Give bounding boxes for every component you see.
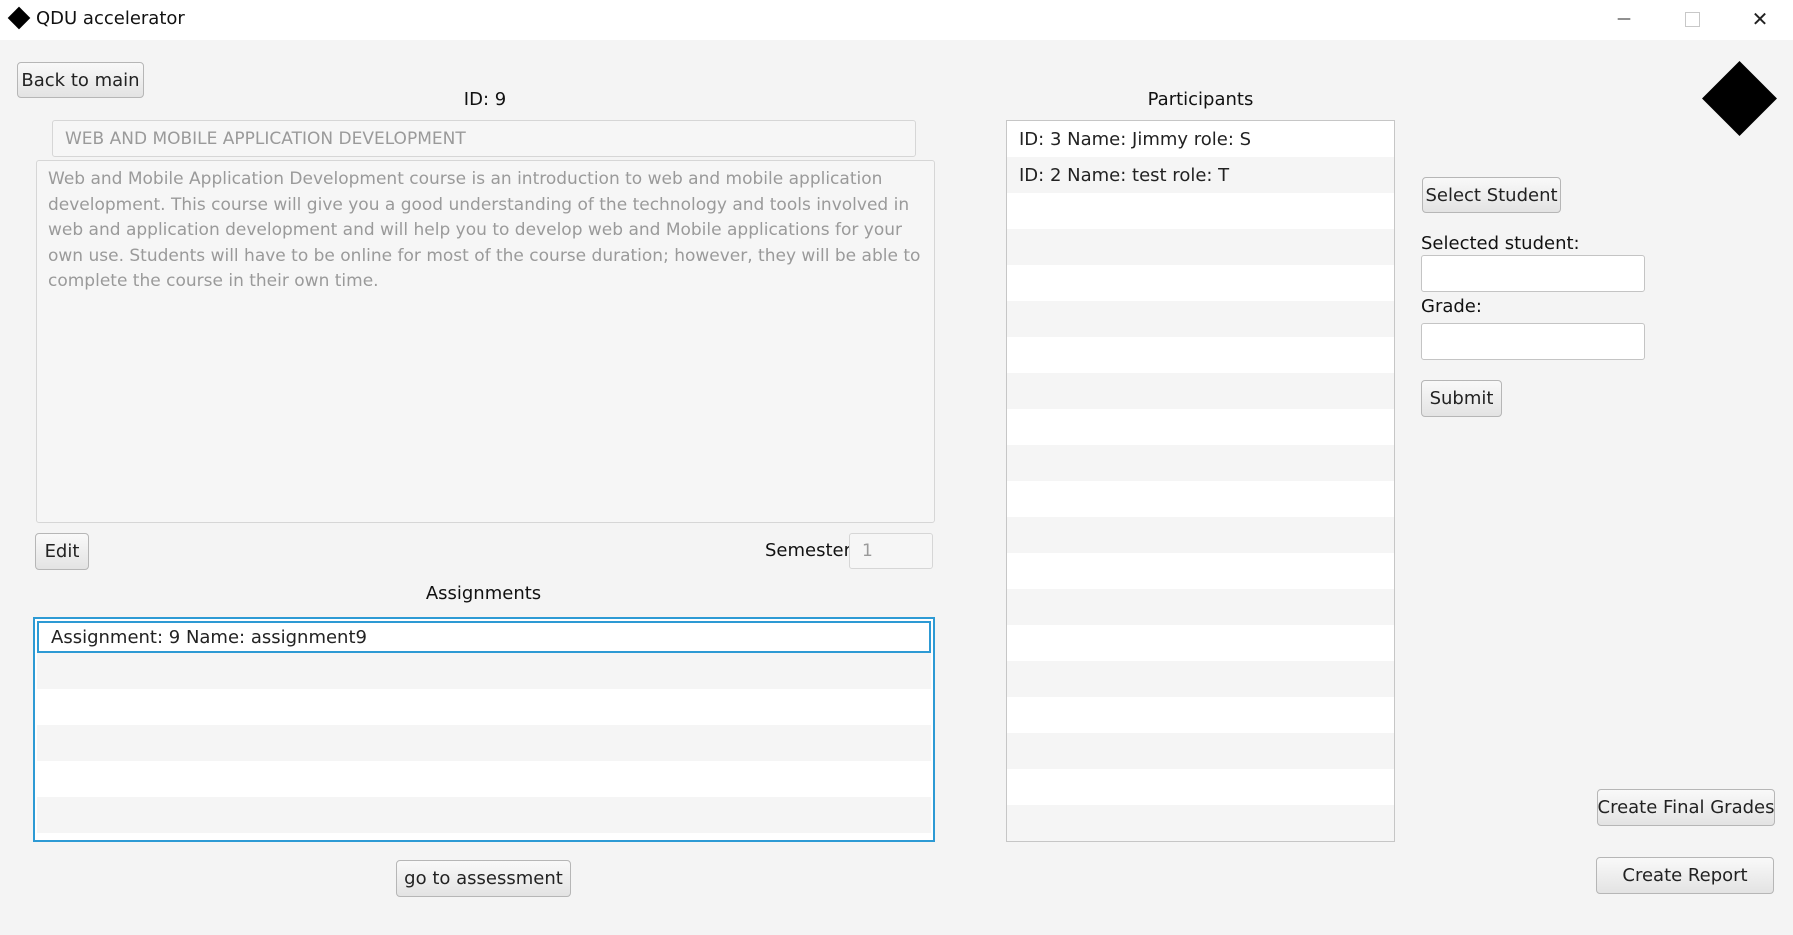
selected-student-label: Selected student:: [1421, 233, 1580, 254]
list-item[interactable]: [1007, 769, 1394, 805]
window-title: QDU accelerator: [36, 8, 185, 29]
list-item[interactable]: [1007, 193, 1394, 229]
list-item[interactable]: [37, 797, 931, 833]
list-item[interactable]: Assignment: 9 Name: assignment9: [37, 621, 931, 653]
create-report-button[interactable]: Create Report: [1596, 857, 1774, 894]
participants-header: Participants: [1147, 89, 1254, 110]
maximize-icon: [1684, 11, 1700, 27]
list-item[interactable]: [1007, 589, 1394, 625]
app-logo-icon: [7, 6, 31, 30]
grade-label: Grade:: [1421, 296, 1482, 317]
course-title-field[interactable]: WEB AND MOBILE APPLICATION DEVELOPMENT: [52, 120, 916, 157]
list-item[interactable]: ID: 3 Name: Jimmy role: S: [1007, 121, 1394, 157]
list-item[interactable]: [1007, 373, 1394, 409]
list-item[interactable]: [1007, 805, 1394, 841]
assignments-header: Assignments: [425, 583, 542, 604]
minimize-button[interactable]: —: [1590, 0, 1658, 38]
list-item[interactable]: [1007, 301, 1394, 337]
list-item[interactable]: [1007, 409, 1394, 445]
list-item[interactable]: [37, 689, 931, 725]
go-to-assessment-button[interactable]: go to assessment: [396, 860, 571, 897]
list-item[interactable]: [1007, 229, 1394, 265]
submit-button[interactable]: Submit: [1421, 380, 1502, 417]
list-item[interactable]: [1007, 661, 1394, 697]
app-logo: [1702, 61, 1777, 136]
list-item[interactable]: [37, 653, 931, 689]
participants-list[interactable]: ID: 3 Name: Jimmy role: S ID: 2 Name: te…: [1006, 120, 1395, 842]
assignments-list[interactable]: Assignment: 9 Name: assignment9: [33, 617, 935, 842]
close-icon: ✕: [1751, 7, 1769, 31]
list-item[interactable]: [1007, 625, 1394, 661]
edit-button[interactable]: Edit: [35, 533, 89, 570]
selected-student-field[interactable]: [1421, 255, 1645, 292]
course-id-label: ID: 9: [463, 89, 507, 110]
list-item[interactable]: [1007, 517, 1394, 553]
list-item[interactable]: [1007, 445, 1394, 481]
list-item[interactable]: [1007, 481, 1394, 517]
select-student-button[interactable]: Select Student: [1422, 177, 1561, 213]
list-item[interactable]: [37, 725, 931, 761]
maximize-button[interactable]: [1658, 0, 1726, 38]
list-item[interactable]: [1007, 265, 1394, 301]
list-item[interactable]: [1007, 733, 1394, 769]
title-bar: QDU accelerator — ✕: [0, 0, 1793, 40]
create-final-grades-button[interactable]: Create Final Grades: [1597, 789, 1775, 826]
close-button[interactable]: ✕: [1726, 0, 1793, 38]
list-item[interactable]: [1007, 697, 1394, 733]
semester-label: Semester:: [765, 540, 857, 561]
list-item[interactable]: [1007, 553, 1394, 589]
list-item[interactable]: [37, 761, 931, 797]
course-description-textarea[interactable]: Web and Mobile Application Development c…: [36, 160, 935, 523]
list-item[interactable]: ID: 2 Name: test role: T: [1007, 157, 1394, 193]
minimize-icon: —: [1617, 11, 1631, 27]
semester-field[interactable]: 1: [849, 533, 933, 569]
list-item[interactable]: [1007, 337, 1394, 373]
grade-field[interactable]: [1421, 323, 1645, 360]
